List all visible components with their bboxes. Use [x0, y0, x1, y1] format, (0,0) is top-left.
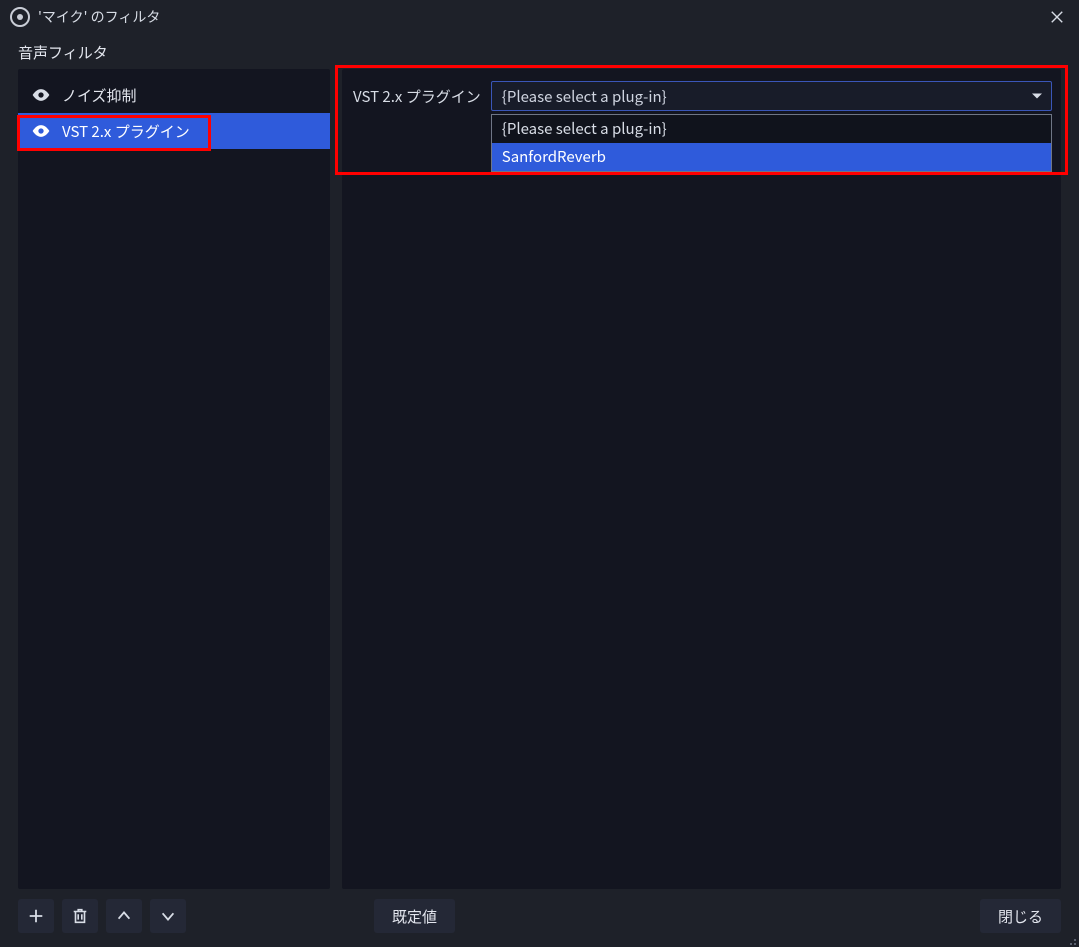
add-filter-button[interactable] [18, 899, 54, 933]
dialog-body: 音声フィルタ ノイズ抑制 V [0, 34, 1079, 947]
resize-grip[interactable] [1063, 931, 1077, 945]
filters-panel: ノイズ抑制 VST 2.x プラグイン [18, 69, 330, 889]
close-button[interactable] [1043, 3, 1071, 31]
defaults-button[interactable]: 既定値 [374, 899, 455, 933]
resize-grip-icon [1063, 936, 1077, 947]
titlebar: 'マイク' のフィルタ [0, 0, 1079, 34]
move-down-button[interactable] [150, 899, 186, 933]
plugin-select-wrap: {Please select a plug-in} {Please select… [491, 81, 1052, 111]
property-row-vst-plugin: VST 2.x プラグイン {Please select a plug-in} … [351, 81, 1052, 111]
eye-icon [31, 85, 51, 105]
trash-icon [71, 907, 89, 925]
move-up-button[interactable] [106, 899, 142, 933]
plugin-select[interactable]: {Please select a plug-in} [491, 81, 1052, 111]
visibility-toggle[interactable] [30, 84, 52, 106]
button-label: 閉じる [998, 906, 1043, 927]
remove-filter-button[interactable] [62, 899, 98, 933]
dropdown-option-placeholder[interactable]: {Please select a plug-in} [492, 115, 1051, 143]
plus-icon [27, 907, 45, 925]
dropdown-option-label: {Please select a plug-in} [502, 118, 667, 139]
close-icon [1050, 10, 1064, 24]
filter-item-label: VST 2.x プラグイン [62, 121, 190, 142]
dropdown-arrow [1031, 86, 1043, 107]
section-header-audio-filters: 音声フィルタ [0, 34, 1079, 69]
chevron-down-icon [1031, 90, 1043, 102]
eye-icon [31, 121, 51, 141]
filter-item-vst-plugin[interactable]: VST 2.x プラグイン [18, 113, 330, 149]
plugin-select-value: {Please select a plug-in} [502, 86, 667, 107]
properties-panel: VST 2.x プラグイン {Please select a plug-in} … [342, 69, 1061, 889]
filter-item-noise-suppression[interactable]: ノイズ抑制 [18, 77, 330, 113]
plugin-dropdown-list: {Please select a plug-in} SanfordReverb [491, 114, 1052, 172]
footer-toolbar: 既定値 閉じる [0, 889, 1079, 947]
app-icon [10, 7, 30, 27]
filter-item-label: ノイズ抑制 [62, 85, 137, 106]
chevron-down-icon [159, 907, 177, 925]
window-title: 'マイク' のフィルタ [38, 7, 1043, 27]
dropdown-option-sanford-reverb[interactable]: SanfordReverb [492, 143, 1051, 171]
close-dialog-button[interactable]: 閉じる [980, 899, 1061, 933]
panels-container: ノイズ抑制 VST 2.x プラグイン VST 2.x プラグイン [0, 69, 1079, 889]
button-label: 既定値 [392, 906, 437, 927]
visibility-toggle[interactable] [30, 120, 52, 142]
dropdown-option-label: SanfordReverb [502, 146, 606, 167]
chevron-up-icon [115, 907, 133, 925]
property-label: VST 2.x プラグイン [351, 86, 481, 107]
